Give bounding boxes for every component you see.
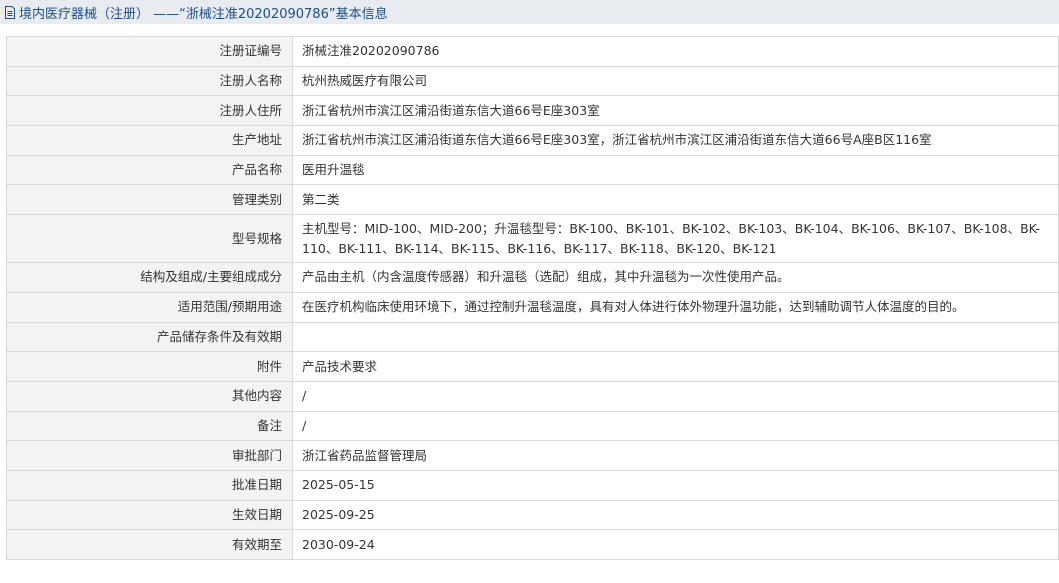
- row-value: 浙江省药品监督管理局: [292, 440, 1059, 471]
- row-value: 主机型号：MID-100、MID-200；升温毯型号：BK-100、BK-101…: [292, 214, 1059, 264]
- row-label: 产品储存条件及有效期: [6, 321, 293, 353]
- row-value: [292, 321, 1059, 353]
- row-value: 浙江省杭州市滨江区浦沿街道东信大道66号E座303室: [292, 95, 1059, 127]
- table-row: 注册人名称 杭州热威医疗有限公司: [6, 65, 1059, 97]
- table-row: 注册人住所 浙江省杭州市滨江区浦沿街道东信大道66号E座303室: [6, 95, 1059, 127]
- row-label: 批准日期: [6, 469, 293, 501]
- table-row: 附件 产品技术要求: [6, 351, 1059, 382]
- row-value: 第二类: [292, 184, 1059, 216]
- table-row: 生效日期 2025-09-25: [6, 499, 1059, 531]
- row-label: 生产地址: [6, 125, 293, 156]
- row-value: 产品由主机（内含温度传感器）和升温毯（选配）组成，其中升温毯为一次性使用产品。: [292, 262, 1059, 293]
- row-value: 浙江省杭州市滨江区浦沿街道东信大道66号E座303室，浙江省杭州市滨江区浦沿街道…: [292, 125, 1059, 156]
- row-label: 其他内容: [6, 380, 293, 412]
- row-label: 备注: [6, 410, 293, 442]
- row-value: 产品技术要求: [292, 351, 1059, 382]
- row-value: /: [292, 380, 1059, 412]
- table-row: 有效期至 2030-09-24: [6, 529, 1059, 560]
- row-value: 在医疗机构临床使用环境下，通过控制升温毯温度，具有对人体进行体外物理升温功能，达…: [292, 291, 1059, 323]
- table-row: 其他内容 /: [6, 380, 1059, 412]
- row-label: 有效期至: [6, 529, 293, 560]
- row-label: 适用范围/预期用途: [6, 291, 293, 323]
- table-row: 管理类别 第二类: [6, 184, 1059, 216]
- row-label: 注册人名称: [6, 65, 293, 97]
- table-row: 注册证编号 浙械注准20202090786: [6, 36, 1059, 67]
- row-label: 注册证编号: [6, 36, 293, 67]
- table-row: 适用范围/预期用途 在医疗机构临床使用环境下，通过控制升温毯温度，具有对人体进行…: [6, 291, 1059, 323]
- table-row: 型号规格 主机型号：MID-100、MID-200；升温毯型号：BK-100、B…: [6, 214, 1059, 264]
- row-value: 杭州热威医疗有限公司: [292, 65, 1059, 97]
- row-value: 医用升温毯: [292, 154, 1059, 186]
- row-value: 2025-09-25: [292, 499, 1059, 531]
- document-icon: [5, 5, 15, 19]
- row-label: 结构及组成/主要组成成分: [6, 262, 293, 293]
- row-value: /: [292, 410, 1059, 442]
- page-title: 境内医疗器械（注册） ——“浙械注准20202090786”基本信息: [19, 6, 388, 22]
- row-label: 审批部门: [6, 440, 293, 471]
- row-label: 产品名称: [6, 154, 293, 186]
- row-label: 生效日期: [6, 499, 293, 531]
- basic-info-table: 注册证编号 浙械注准20202090786 注册人名称 杭州热威医疗有限公司 注…: [6, 36, 1059, 560]
- table-row: 产品储存条件及有效期: [6, 321, 1059, 353]
- table-row: 结构及组成/主要组成成分 产品由主机（内含温度传感器）和升温毯（选配）组成，其中…: [6, 262, 1059, 293]
- row-label: 管理类别: [6, 184, 293, 216]
- page-header: 境内医疗器械（注册） ——“浙械注准20202090786”基本信息: [0, 0, 1059, 24]
- row-value: 2030-09-24: [292, 529, 1059, 560]
- row-label: 注册人住所: [6, 95, 293, 127]
- table-row: 审批部门 浙江省药品监督管理局: [6, 440, 1059, 471]
- row-value: 2025-05-15: [292, 469, 1059, 501]
- row-value: 浙械注准20202090786: [292, 36, 1059, 67]
- table-row: 生产地址 浙江省杭州市滨江区浦沿街道东信大道66号E座303室，浙江省杭州市滨江…: [6, 125, 1059, 156]
- row-label: 附件: [6, 351, 293, 382]
- table-row: 产品名称 医用升温毯: [6, 154, 1059, 186]
- table-row: 备注 /: [6, 410, 1059, 442]
- row-label: 型号规格: [6, 214, 293, 264]
- table-row: 批准日期 2025-05-15: [6, 469, 1059, 501]
